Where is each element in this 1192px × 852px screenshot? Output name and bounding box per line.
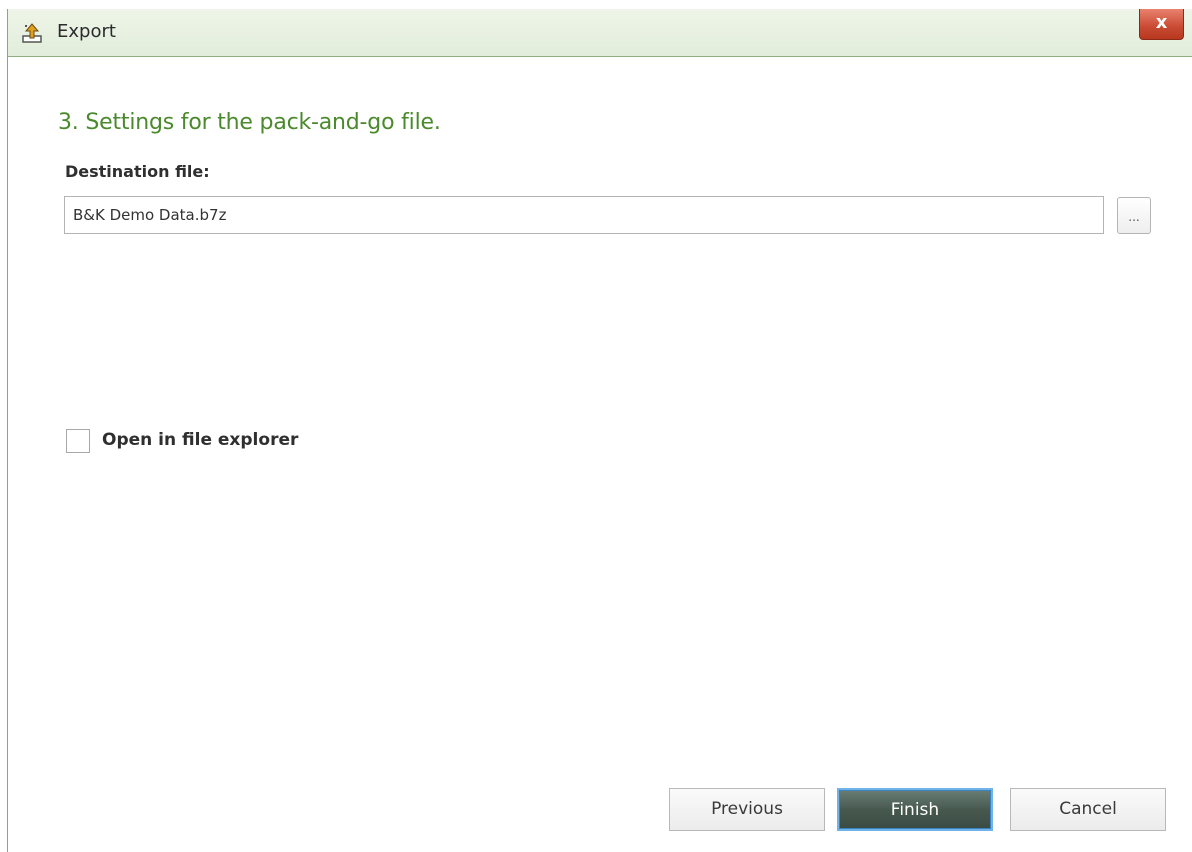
previous-button[interactable]: Previous: [669, 788, 825, 831]
cancel-button[interactable]: Cancel: [1010, 788, 1166, 831]
export-dialog: Export x 3. Settings for the pack-and-go…: [7, 9, 1192, 852]
browse-button[interactable]: ...: [1117, 197, 1151, 234]
open-in-explorer-checkbox[interactable]: [66, 429, 90, 453]
finish-button[interactable]: Finish: [837, 788, 993, 831]
destination-file-input[interactable]: [64, 196, 1104, 234]
close-button[interactable]: x: [1139, 9, 1184, 40]
title-bar: Export x: [8, 9, 1192, 57]
window-title: Export: [57, 21, 116, 42]
export-icon: [21, 22, 43, 44]
open-in-explorer-label[interactable]: Open in file explorer: [102, 430, 298, 450]
destination-file-label: Destination file:: [65, 162, 210, 181]
step-heading: 3. Settings for the pack-and-go file.: [58, 110, 441, 135]
